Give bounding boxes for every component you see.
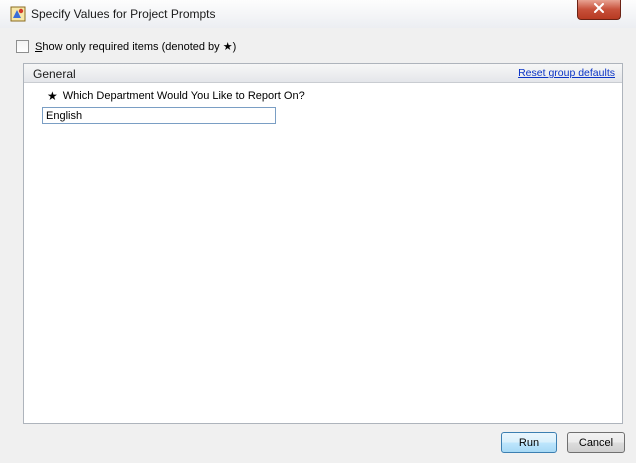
show-required-checkbox[interactable] [16,39,29,53]
close-button[interactable] [577,0,621,20]
show-required-label[interactable]: Show only required items (denoted by ★) [35,40,236,53]
prompts-panel: General Reset group defaults ★ Which Dep… [23,63,623,424]
project-prompt-icon [10,6,26,22]
required-star-icon: ★ [47,89,58,103]
group-title: General [33,67,76,81]
group-header: General Reset group defaults [24,64,622,83]
dialog-window: Specify Values for Project Prompts Show … [0,0,636,463]
cancel-button[interactable]: Cancel [567,432,625,453]
prompt-label: ★ Which Department Would You Like to Rep… [47,89,305,103]
title-bar[interactable]: Specify Values for Project Prompts [0,0,636,28]
prompt-question: Which Department Would You Like to Repor… [62,90,305,102]
department-input[interactable] [42,107,276,124]
show-required-option[interactable]: Show only required items (denoted by ★) [16,38,236,54]
run-button[interactable]: Run [501,432,557,453]
window-title: Specify Values for Project Prompts [31,7,216,21]
close-icon [593,3,605,16]
reset-group-defaults-link[interactable]: Reset group defaults [518,67,615,79]
